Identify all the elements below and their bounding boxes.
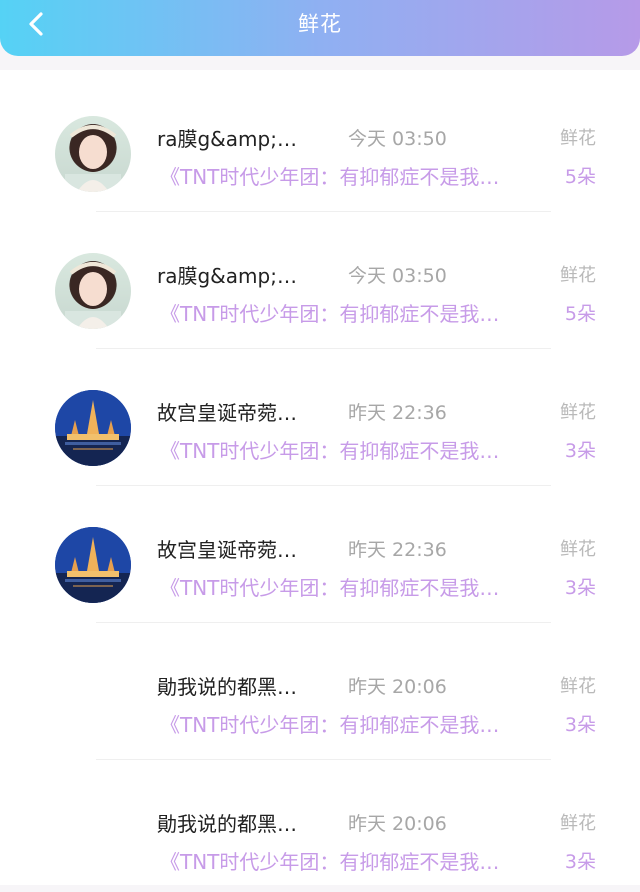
list-item[interactable]: 勛我说的都黑… 昨天 20:06 鲜花 《TNT时代少年团：有抑郁症不是我… 3…	[0, 618, 640, 755]
timestamp: 今天 03:50	[348, 124, 447, 151]
gift-type: 鲜花	[560, 672, 596, 698]
list-item[interactable]: 故宫皇诞帝菀… 昨天 22:36 鲜花 《TNT时代少年团：有抑郁症不是我… 3…	[0, 344, 640, 481]
flower-count: 3朵	[565, 573, 596, 600]
avatar-girl-image	[55, 253, 131, 329]
sender-name: 故宫皇诞帝菀…	[157, 397, 297, 426]
list-item[interactable]: 勛我说的都黑… 昨天 20:06 鲜花 《TNT时代少年团：有抑郁症不是我… 3…	[0, 755, 640, 892]
avatar-temple-image	[55, 390, 131, 466]
list-item[interactable]: 故宫皇诞帝菀… 昨天 22:36 鲜花 《TNT时代少年团：有抑郁症不是我… 3…	[0, 481, 640, 618]
gift-type: 鲜花	[560, 398, 596, 424]
flower-count: 3朵	[565, 847, 596, 874]
work-title-link[interactable]: 《TNT时代少年团：有抑郁症不是我…	[160, 846, 499, 875]
avatar-temple-image	[55, 527, 131, 603]
timestamp: 今天 03:50	[348, 261, 447, 288]
avatar-girl-image	[55, 116, 131, 192]
list-item[interactable]: ra膜g&amp;… 今天 03:50 鲜花 《TNT时代少年团：有抑郁症不是我…	[0, 207, 640, 344]
sender-name: ra膜g&amp;…	[157, 123, 297, 152]
sender-name: ra膜g&amp;…	[157, 260, 297, 289]
gift-type: 鲜花	[560, 535, 596, 561]
timestamp: 昨天 22:36	[348, 535, 447, 562]
flower-count: 3朵	[565, 710, 596, 737]
avatar[interactable]	[55, 116, 131, 192]
avatar[interactable]	[55, 253, 131, 329]
flower-count: 3朵	[565, 436, 596, 463]
avatar[interactable]	[55, 390, 131, 466]
work-title-link[interactable]: 《TNT时代少年团：有抑郁症不是我…	[160, 572, 499, 601]
timestamp: 昨天 20:06	[348, 809, 447, 836]
page-title: 鲜花	[0, 8, 640, 38]
gift-type: 鲜花	[560, 261, 596, 287]
work-title-link[interactable]: 《TNT时代少年团：有抑郁症不是我…	[160, 709, 499, 738]
timestamp: 昨天 22:36	[348, 398, 447, 425]
list-item[interactable]: ra膜g&amp;… 今天 03:50 鲜花 《TNT时代少年团：有抑郁症不是我…	[0, 70, 640, 207]
avatar[interactable]	[55, 527, 131, 603]
sender-name: 故宫皇诞帝菀…	[157, 534, 297, 563]
work-title-link[interactable]: 《TNT时代少年团：有抑郁症不是我…	[160, 161, 499, 190]
flower-count: 5朵	[565, 299, 596, 326]
top-bar: 鲜花	[0, 0, 640, 56]
flower-list: ra膜g&amp;… 今天 03:50 鲜花 《TNT时代少年团：有抑郁症不是我…	[0, 70, 640, 885]
gift-type: 鲜花	[560, 809, 596, 835]
work-title-link[interactable]: 《TNT时代少年团：有抑郁症不是我…	[160, 298, 499, 327]
sender-name: 勛我说的都黑…	[157, 671, 297, 700]
gift-type: 鲜花	[560, 124, 596, 150]
flower-count: 5朵	[565, 162, 596, 189]
sender-name: 勛我说的都黑…	[157, 808, 297, 837]
timestamp: 昨天 20:06	[348, 672, 447, 699]
work-title-link[interactable]: 《TNT时代少年团：有抑郁症不是我…	[160, 435, 499, 464]
